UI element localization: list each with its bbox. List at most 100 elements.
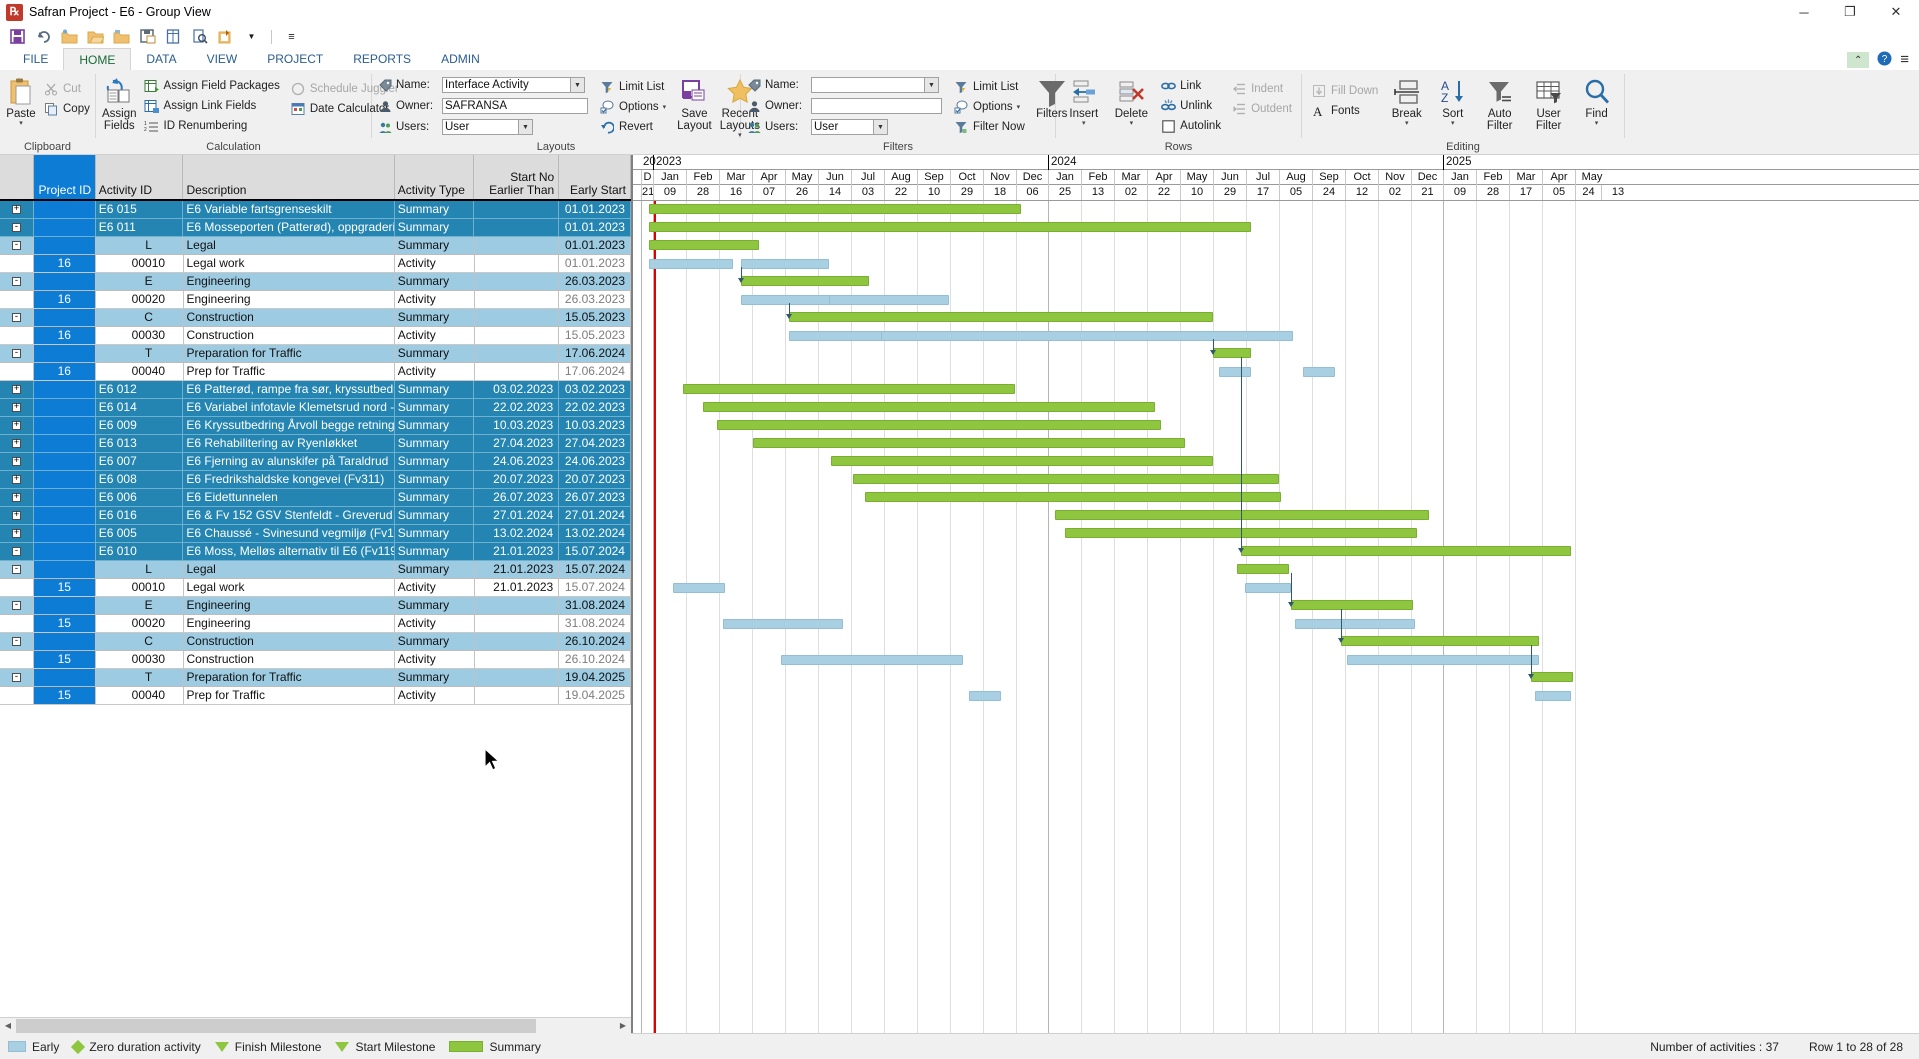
table-row[interactable]: + E6 007 E6 Fjerning av alunskifer på Tara…: [0, 453, 631, 471]
table-row[interactable]: - T Preparation for Traffic Summary 19.04.20…: [0, 669, 631, 687]
table-row[interactable]: + E6 016 E6 & Fv 152 GSV Stenfeldt - Greve…: [0, 507, 631, 525]
table-row[interactable]: - L Legal Summary 01.01.2023: [0, 237, 631, 255]
delete-row-caret-icon[interactable]: ▾: [1130, 120, 1134, 127]
tab-project[interactable]: PROJECT: [252, 48, 338, 70]
cell-description[interactable]: E6 Chaussé - Svinesund vegmiljø (Fv118: [183, 525, 395, 543]
cell-description[interactable]: Legal work: [183, 579, 395, 597]
collapse-icon[interactable]: -: [11, 637, 21, 646]
cell-start_no_earlier_than[interactable]: [474, 219, 560, 237]
cell-project_id[interactable]: 16: [33, 255, 96, 273]
cell-activity_type[interactable]: Summary: [394, 633, 475, 651]
table-row[interactable]: 16 00030 Construction Activity 15.05.2023: [0, 327, 631, 345]
cell-activity_type[interactable]: Summary: [394, 669, 475, 687]
expand-icon[interactable]: +: [11, 457, 21, 466]
cell-description[interactable]: Engineering: [183, 273, 395, 291]
filter-users-chevron-down-icon[interactable]: ▼: [873, 119, 888, 135]
gantt-summary-bar[interactable]: [649, 240, 759, 250]
cell-project_id[interactable]: [33, 543, 96, 561]
cell-early_start[interactable]: 26.03.2023: [559, 291, 631, 309]
gantt-early-bar[interactable]: [881, 331, 1293, 341]
gantt-early-bar[interactable]: [1219, 367, 1251, 377]
close-button[interactable]: ✕: [1873, 0, 1919, 25]
cell-early_start[interactable]: 31.08.2024: [559, 597, 631, 615]
cell-early_start[interactable]: 27.04.2023: [559, 435, 631, 453]
cell-activity_id[interactable]: 00020: [95, 291, 184, 309]
tab-data[interactable]: DATA: [131, 48, 191, 70]
collapse-icon[interactable]: -: [11, 277, 21, 286]
cell-activity_id[interactable]: 00040: [95, 687, 184, 705]
cell-early_start[interactable]: 26.03.2023: [559, 273, 631, 291]
table-row[interactable]: + E6 009 E6 Kryssutbedring Årvoll begge re…: [0, 417, 631, 435]
cell-activity_id[interactable]: 00010: [95, 579, 184, 597]
new-project-icon[interactable]: [60, 27, 79, 46]
paste-caret-icon[interactable]: ▾: [19, 120, 23, 127]
cell-activity_id[interactable]: L: [95, 237, 184, 255]
table-row[interactable]: 15 00040 Prep for Traffic Activity 19.04.202…: [0, 687, 631, 705]
layout-users-combo[interactable]: ▼: [442, 119, 533, 135]
cell-project_id[interactable]: 15: [33, 615, 96, 633]
row-expander-toggle[interactable]: -: [0, 273, 34, 291]
tab-home[interactable]: HOME: [63, 48, 132, 70]
cell-activity_type[interactable]: Summary: [394, 273, 475, 291]
cell-start_no_earlier_than[interactable]: [474, 255, 560, 273]
cell-project_id[interactable]: 16: [33, 291, 96, 309]
table-row[interactable]: + E6 015 E6 Variable fartsgrenseskilt Summa…: [0, 201, 631, 219]
cell-early_start[interactable]: 27.01.2024: [559, 507, 631, 525]
cell-description[interactable]: E6 Fjerning av alunskifer på Taraldrud: [183, 453, 395, 471]
row-expander-toggle[interactable]: -: [0, 309, 34, 327]
save-as-icon[interactable]: [138, 27, 157, 46]
gantt-early-bar[interactable]: [649, 259, 733, 269]
gantt-early-bar[interactable]: [723, 619, 843, 629]
cell-start_no_earlier_than[interactable]: 13.02.2024: [474, 525, 560, 543]
collapse-ribbon-button[interactable]: ⌃: [1847, 52, 1870, 68]
cell-early_start[interactable]: 03.02.2023: [559, 381, 631, 399]
row-expander-toggle[interactable]: -: [0, 597, 34, 615]
gantt-summary-bar[interactable]: [789, 312, 1213, 322]
layouts-options-button[interactable]: Options ▾: [596, 98, 669, 116]
cell-activity_id[interactable]: 00030: [95, 651, 184, 669]
expand-icon[interactable]: +: [11, 529, 21, 538]
cell-activity_id[interactable]: 00040: [95, 363, 184, 381]
grid-header-start-no-earlier-than[interactable]: Start No Earlier Than: [474, 155, 560, 199]
row-expander-toggle[interactable]: -: [0, 237, 34, 255]
break-caret-icon[interactable]: ▾: [1405, 120, 1409, 127]
cell-project_id[interactable]: 16: [33, 327, 96, 345]
table-row[interactable]: 15 00020 Engineering Activity 31.08.2024: [0, 615, 631, 633]
cell-activity_id[interactable]: C: [95, 633, 184, 651]
scroll-left-arrow-icon[interactable]: ◀: [0, 1017, 16, 1034]
cell-project_id[interactable]: [33, 597, 96, 615]
cell-activity_id[interactable]: L: [95, 561, 184, 579]
cell-early_start[interactable]: 26.10.2024: [559, 633, 631, 651]
gantt-summary-bar[interactable]: [753, 438, 1185, 448]
scrollbar-track[interactable]: [16, 1017, 615, 1034]
cell-project_id[interactable]: [33, 309, 96, 327]
tab-reports[interactable]: REPORTS: [338, 48, 426, 70]
expand-icon[interactable]: +: [11, 403, 21, 412]
layout-users-input[interactable]: [442, 119, 518, 135]
cell-activity_type[interactable]: Summary: [394, 489, 475, 507]
cell-early_start[interactable]: 01.01.2023: [559, 255, 631, 273]
cell-activity_id[interactable]: E6 011: [95, 219, 184, 237]
cut-button[interactable]: Cut: [40, 80, 93, 98]
cell-project_id[interactable]: [33, 345, 96, 363]
expand-icon[interactable]: +: [11, 439, 21, 448]
cell-early_start[interactable]: 24.06.2023: [559, 453, 631, 471]
collapse-icon[interactable]: -: [11, 673, 21, 682]
gantt-early-bar[interactable]: [781, 655, 963, 665]
filters-options-caret-icon[interactable]: ▾: [1017, 103, 1021, 111]
cell-early_start[interactable]: 15.07.2024: [559, 579, 631, 597]
cell-project_id[interactable]: [33, 507, 96, 525]
filters-limit-list-button[interactable]: Limit List: [950, 78, 1028, 96]
row-expander-toggle[interactable]: +: [0, 435, 34, 453]
cell-activity_id[interactable]: T: [95, 669, 184, 687]
cell-project_id[interactable]: [33, 399, 96, 417]
cell-early_start[interactable]: 17.06.2024: [559, 345, 631, 363]
cell-start_no_earlier_than[interactable]: [474, 633, 560, 651]
cell-description[interactable]: Legal work: [183, 255, 395, 273]
cell-activity_id[interactable]: E6 012: [95, 381, 184, 399]
maximize-button[interactable]: ❐: [1827, 0, 1873, 25]
save-layout-button[interactable]: Save Layout: [677, 74, 712, 132]
cell-start_no_earlier_than[interactable]: 22.02.2023: [474, 399, 560, 417]
sort-button[interactable]: AZ Sort ▾: [1432, 74, 1473, 127]
table-row[interactable]: + E6 014 E6 Variabel infotavle Klemetsrud …: [0, 399, 631, 417]
